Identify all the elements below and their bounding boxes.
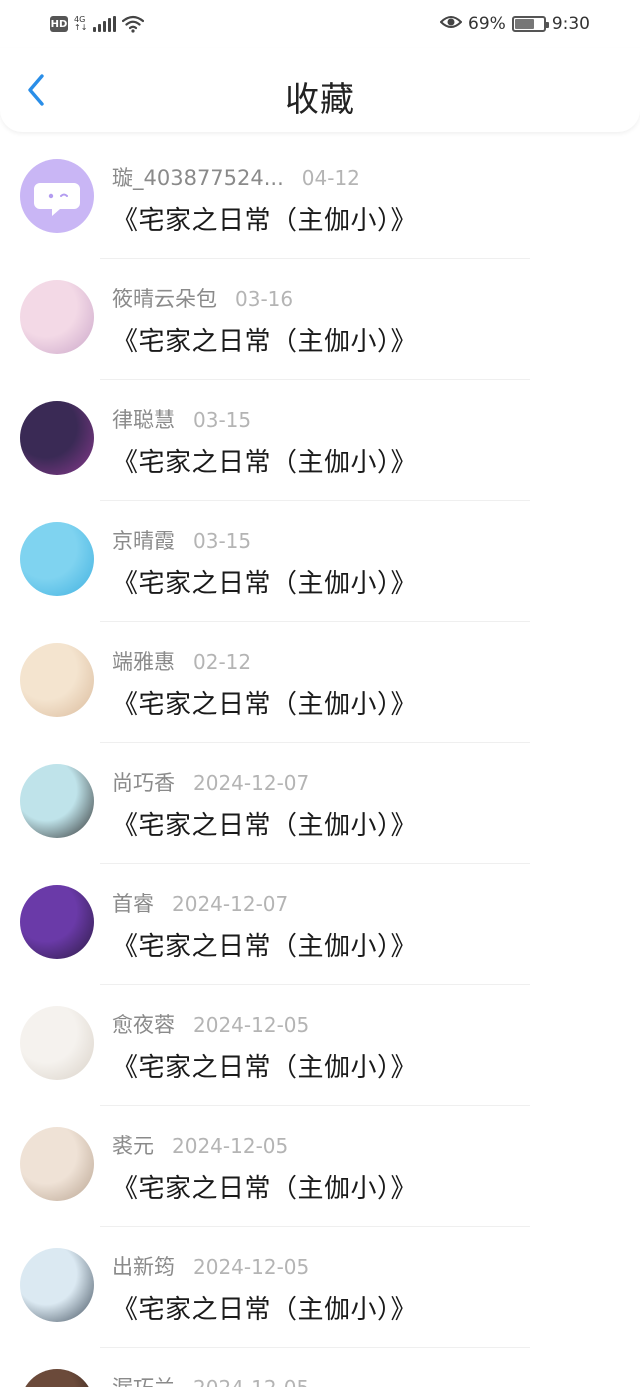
item-title[interactable]: 《宅家之日常（主伽小）》	[112, 563, 417, 600]
status-left: HD 4G ↑↓	[50, 12, 145, 36]
item-title[interactable]: 《宅家之日常（主伽小）》	[112, 684, 417, 721]
user-name[interactable]: 筱晴云朵包	[112, 283, 217, 313]
item-title[interactable]: 《宅家之日常（主伽小）》	[112, 926, 417, 963]
item-meta: 裘元 2024-12-05	[112, 1130, 288, 1160]
item-meta: 璇_403877524... 04-12	[112, 162, 360, 192]
item-title[interactable]: 《宅家之日常（主伽小）》	[112, 321, 417, 358]
item-meta: 愈夜蓉 2024-12-05	[112, 1009, 309, 1039]
list-item[interactable]: 筱晴云朵包 03-16 《宅家之日常（主伽小）》	[0, 259, 640, 380]
avatar[interactable]	[20, 885, 94, 959]
list-item[interactable]: 端雅惠 02-12 《宅家之日常（主伽小）》	[0, 622, 640, 743]
status-right: 69% 9:30	[439, 12, 590, 36]
avatar[interactable]	[20, 159, 94, 233]
user-name[interactable]: 裘元	[112, 1130, 154, 1160]
avatar[interactable]	[20, 1127, 94, 1201]
item-meta: 筱晴云朵包 03-16	[112, 283, 293, 313]
battery-fill	[514, 19, 535, 29]
user-name[interactable]: 璇_403877524...	[112, 162, 284, 192]
wifi-icon	[122, 15, 145, 33]
avatar[interactable]	[20, 522, 94, 596]
item-date: 2024-12-07	[193, 771, 310, 795]
avatar[interactable]	[20, 1006, 94, 1080]
list-item[interactable]: 尚巧香 2024-12-07 《宅家之日常（主伽小）》	[0, 743, 640, 864]
user-name[interactable]: 漏巧兰	[112, 1372, 175, 1387]
list-item[interactable]: 漏巧兰 2024-12-05	[0, 1348, 640, 1387]
item-meta: 出新筠 2024-12-05	[112, 1251, 309, 1281]
item-title[interactable]: 《宅家之日常（主伽小）》	[112, 1168, 417, 1205]
hd-badge: HD	[50, 16, 68, 32]
avatar[interactable]	[20, 764, 94, 838]
list-item[interactable]: 律聪慧 03-15 《宅家之日常（主伽小）》	[0, 380, 640, 501]
item-meta: 尚巧香 2024-12-07	[112, 767, 309, 797]
item-date: 03-15	[193, 529, 252, 553]
list-item[interactable]: 京晴霞 03-15 《宅家之日常（主伽小）》	[0, 501, 640, 622]
avatar[interactable]	[20, 401, 94, 475]
item-title[interactable]: 《宅家之日常（主伽小）》	[112, 200, 417, 237]
user-name[interactable]: 端雅惠	[112, 646, 175, 676]
item-date: 2024-12-05	[193, 1013, 310, 1037]
user-name[interactable]: 首睿	[112, 888, 154, 918]
item-date: 2024-12-05	[172, 1134, 289, 1158]
battery-percent: 69%	[468, 14, 506, 34]
item-title[interactable]: 《宅家之日常（主伽小）》	[112, 442, 417, 479]
favorites-list: 璇_403877524... 04-12 《宅家之日常（主伽小）》 筱晴云朵包 03-1…	[0, 138, 640, 1387]
status-bar: HD 4G ↑↓ 69% 9:30	[0, 0, 640, 48]
user-name[interactable]: 出新筠	[112, 1251, 175, 1281]
item-date: 2024-12-05	[193, 1376, 309, 1387]
item-date: 03-16	[235, 287, 294, 311]
item-meta: 漏巧兰 2024-12-05	[112, 1372, 309, 1387]
item-title[interactable]: 《宅家之日常（主伽小）》	[112, 1289, 417, 1326]
item-title[interactable]: 《宅家之日常（主伽小）》	[112, 805, 417, 842]
eye-comfort-icon	[439, 14, 463, 35]
item-date: 02-12	[193, 650, 252, 674]
battery-icon	[511, 16, 549, 32]
list-item[interactable]: 首睿 2024-12-07 《宅家之日常（主伽小）》	[0, 864, 640, 985]
user-name[interactable]: 愈夜蓉	[112, 1009, 175, 1039]
item-meta: 律聪慧 03-15	[112, 404, 251, 434]
item-date: 03-15	[193, 408, 252, 432]
network-activity-label: ↑↓	[74, 23, 88, 32]
list-item[interactable]: 璇_403877524... 04-12 《宅家之日常（主伽小）》	[0, 138, 640, 259]
network-type: 4G ↑↓	[74, 16, 87, 32]
avatar[interactable]	[20, 280, 94, 354]
user-name[interactable]: 京晴霞	[112, 525, 175, 555]
avatar[interactable]	[20, 1248, 94, 1322]
item-date: 04-12	[301, 166, 360, 190]
item-title[interactable]: 《宅家之日常（主伽小）》	[112, 1047, 417, 1084]
user-name[interactable]: 尚巧香	[112, 767, 175, 797]
list-item[interactable]: 愈夜蓉 2024-12-05 《宅家之日常（主伽小）》	[0, 985, 640, 1106]
cellular-signal-icon	[93, 16, 117, 32]
clock: 9:30	[551, 14, 590, 34]
item-meta: 首睿 2024-12-07	[112, 888, 288, 918]
chat-bubble-icon	[34, 183, 80, 216]
list-item[interactable]: 裘元 2024-12-05 《宅家之日常（主伽小）》	[0, 1106, 640, 1227]
item-date: 2024-12-05	[193, 1255, 310, 1279]
avatar[interactable]	[20, 643, 94, 717]
page-title: 收藏	[285, 80, 355, 120]
avatar[interactable]	[20, 1369, 94, 1387]
item-date: 2024-12-07	[172, 892, 289, 916]
nav-header: 收藏	[0, 48, 640, 132]
list-item[interactable]: 出新筠 2024-12-05 《宅家之日常（主伽小）》	[0, 1227, 640, 1348]
user-name[interactable]: 律聪慧	[112, 404, 175, 434]
item-meta: 端雅惠 02-12	[112, 646, 251, 676]
item-meta: 京晴霞 03-15	[112, 525, 251, 555]
